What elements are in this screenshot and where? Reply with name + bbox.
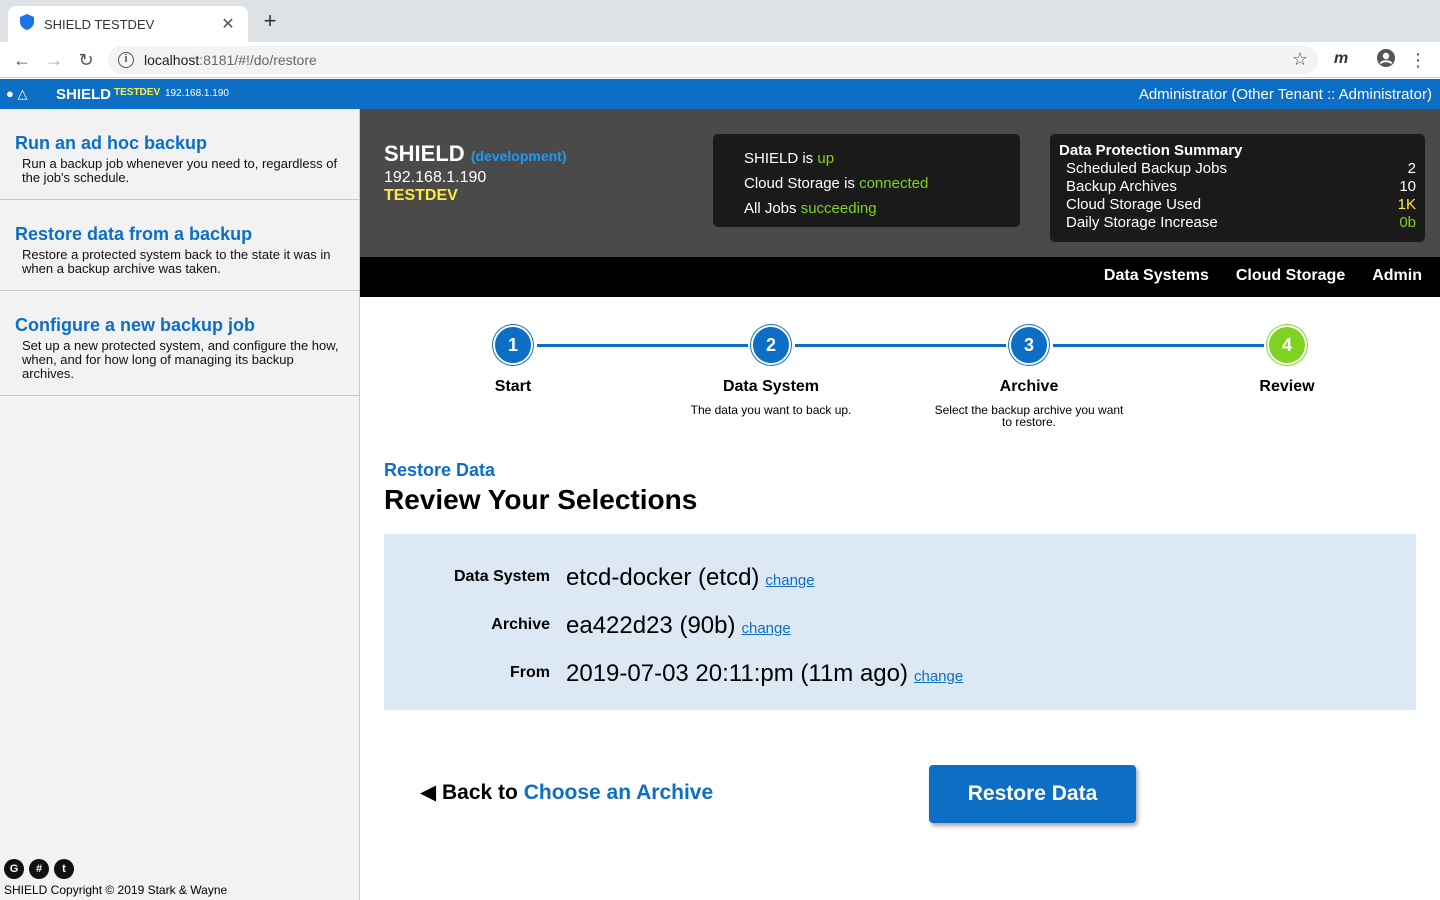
nav-admin[interactable]: Admin — [1372, 267, 1422, 285]
menu-kebab-icon[interactable]: ⋮ — [1406, 48, 1430, 72]
wizard-step-review: 4 Review — [1187, 325, 1387, 396]
sidebar: Run an ad hoc backup Run a backup job wh… — [0, 109, 360, 900]
header-ip: 192.168.1.190 — [165, 88, 229, 99]
status-shield: SHIELD is up — [744, 150, 835, 167]
health-status-box: SHIELD is up Cloud Storage is connected … — [713, 134, 1020, 227]
nav-data-systems[interactable]: Data Systems — [1104, 267, 1209, 285]
selection-row-archive: Archive ea422d23 (90b) change — [491, 612, 791, 639]
back-arrow-icon[interactable]: ← — [10, 48, 34, 72]
change-data-system-link[interactable]: change — [765, 572, 814, 589]
shield-favicon-icon — [20, 13, 34, 35]
browser-tab[interactable]: SHIELD TESTDEV ✕ — [8, 6, 248, 42]
slack-icon[interactable]: # — [29, 859, 49, 879]
selection-row-data-system: Data System etcd-docker (etcd) change — [453, 564, 815, 591]
linux-icon: △ — [17, 86, 28, 101]
summary-title: Data Protection Summary — [1059, 142, 1243, 159]
extension-m-icon[interactable]: m — [1334, 50, 1348, 68]
wizard-step-data-system[interactable]: 2 Data System The data you want to back … — [671, 325, 871, 416]
core-env: TESTDEV — [384, 187, 458, 204]
status-cloud-storage: Cloud Storage is connected — [744, 175, 929, 192]
bookmark-star-icon[interactable]: ☆ — [1292, 49, 1308, 70]
browser-toolbar: ← → ↻ i localhost:8181/#!/do/restore ☆ m… — [0, 42, 1440, 78]
app-header-bar: ● △ SHIELD TESTDEV 192.168.1.190 Adminis… — [0, 79, 1440, 109]
sidebar-item-configure-job[interactable]: Configure a new backup job Set up a new … — [0, 291, 359, 396]
apple-icon: ● — [6, 86, 14, 101]
sidebar-item-adhoc-backup[interactable]: Run an ad hoc backup Run a backup job wh… — [0, 109, 359, 200]
env-label: TESTDEV — [114, 87, 161, 98]
reload-icon[interactable]: ↻ — [74, 48, 98, 72]
back-triangle-icon: ◀ — [420, 781, 437, 804]
sidebar-item-restore[interactable]: Restore data from a backup Restore a pro… — [0, 200, 359, 291]
browser-tabbar: SHIELD TESTDEV ✕ + — [0, 0, 1440, 42]
profile-icon[interactable] — [1374, 48, 1398, 72]
site-info-icon[interactable]: i — [118, 52, 134, 68]
status-jobs: All Jobs succeeding — [744, 200, 877, 217]
new-tab-icon[interactable]: + — [258, 10, 282, 34]
address-bar[interactable]: i localhost:8181/#!/do/restore ☆ — [108, 46, 1318, 74]
user-menu[interactable]: Administrator (Other Tenant :: Administr… — [1139, 86, 1432, 103]
forward-arrow-icon[interactable]: → — [42, 48, 66, 72]
tab-close-icon[interactable]: ✕ — [218, 14, 238, 34]
main-nav: Data Systems Cloud Storage Admin — [360, 257, 1440, 297]
summary-row: Backup Archives 10 — [1066, 178, 1416, 195]
github-icon[interactable]: G — [4, 859, 24, 879]
core-name: SHIELD (development) — [384, 141, 567, 166]
section-subtitle: Restore Data — [384, 460, 496, 480]
dashboard-header: SHIELD (development) 192.168.1.190 TESTD… — [360, 109, 1440, 257]
nav-cloud-storage[interactable]: Cloud Storage — [1236, 267, 1345, 285]
selection-row-from: From 2019-07-03 20:11:pm (11m ago) change — [510, 660, 964, 687]
app-brand[interactable]: SHIELD — [56, 86, 111, 103]
summary-row: Daily Storage Increase 0b — [1066, 214, 1416, 231]
core-ip: 192.168.1.190 — [384, 169, 487, 186]
copyright-text: SHIELD Copyright © 2019 Stark & Wayne — [4, 883, 228, 897]
protection-summary: Data Protection Summary Scheduled Backup… — [1050, 134, 1425, 242]
change-from-link[interactable]: change — [914, 668, 963, 685]
dev-label: (development) — [470, 148, 567, 164]
back-link[interactable]: ◀ Back to Choose an Archive — [420, 780, 713, 805]
change-archive-link[interactable]: change — [741, 620, 790, 637]
wizard-step-start[interactable]: 1 Start — [413, 325, 613, 396]
page-title: Review Your Selections — [384, 484, 698, 515]
os-icons: ● △ — [6, 86, 27, 102]
summary-row: Scheduled Backup Jobs 2 — [1066, 160, 1416, 177]
twitter-icon[interactable]: t — [54, 859, 74, 879]
summary-row: Cloud Storage Used 1K — [1066, 196, 1416, 213]
url-text: localhost:8181/#!/do/restore — [144, 52, 317, 68]
tab-title: SHIELD TESTDEV — [44, 16, 155, 32]
wizard-step-archive[interactable]: 3 Archive Select the backup archive you … — [929, 325, 1129, 428]
restore-data-button[interactable]: Restore Data — [929, 765, 1136, 823]
sidebar-footer: G # t SHIELD Copyright © 2019 Stark & Wa… — [4, 859, 227, 897]
selections-panel: Data System etcd-docker (etcd) change Arc… — [384, 534, 1416, 710]
